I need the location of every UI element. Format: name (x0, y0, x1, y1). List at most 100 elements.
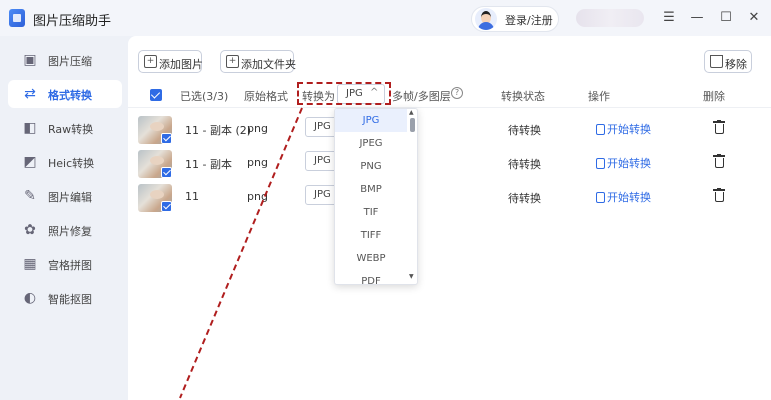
start-convert-link[interactable]: 开始转换 (596, 121, 651, 137)
dropdown-scrollbar[interactable]: ▲ ▼ (408, 109, 417, 284)
sidebar: ▣ 图片压缩 ⇄ 格式转换 ◧ Raw转换 ◩ Heic转换 ✎ 图片编辑 ✿ … (0, 36, 128, 400)
row-checkbox[interactable] (161, 133, 172, 144)
close-icon[interactable]: ✕ (745, 9, 763, 27)
sidebar-item-cutout[interactable]: ◐ 智能抠图 (8, 284, 122, 312)
format-option-webp[interactable]: WEBP (335, 247, 407, 270)
add-folder-label: 添加文件夹 (241, 58, 296, 71)
repair-icon: ✿ (24, 222, 36, 238)
edit-icon: ✎ (24, 188, 36, 204)
row-format-value: JPG (314, 121, 331, 132)
start-convert-label: 开始转换 (607, 123, 651, 136)
delete-row-icon[interactable] (713, 188, 725, 202)
sidebar-item-edit[interactable]: ✎ 图片编辑 (8, 182, 122, 210)
raw-icon: ◧ (23, 120, 37, 136)
row-status: 待转换 (508, 158, 541, 171)
header-delete: 删除 (703, 90, 725, 103)
login-label: 登录/注册 (505, 14, 553, 27)
format-option-tiff[interactable]: TIFF (335, 224, 407, 247)
sidebar-item-heic[interactable]: ◩ Heic转换 (8, 148, 122, 176)
add-image-button[interactable]: + 添加图片 (138, 50, 203, 73)
format-option-png[interactable]: PNG (335, 155, 407, 178)
sidebar-item-label: 图片编辑 (48, 191, 92, 204)
header-original-format: 原始格式 (244, 90, 288, 103)
sidebar-item-label: 智能抠图 (48, 293, 92, 306)
sidebar-item-label: 照片修复 (48, 225, 92, 238)
annotation-highlight-box (297, 82, 391, 105)
row-format-select[interactable]: JPG (305, 151, 337, 171)
row-format-value: JPG (314, 189, 331, 200)
start-convert-link[interactable]: 开始转换 (596, 155, 651, 171)
grid-icon: ▦ (23, 256, 37, 272)
add-folder-button[interactable]: + 添加文件夹 (220, 50, 296, 73)
remove-button[interactable]: 移除 (704, 50, 752, 73)
format-option-tif[interactable]: TIF (335, 201, 407, 224)
header-action: 操作 (588, 90, 610, 103)
avatar (475, 8, 497, 30)
sidebar-item-label: 图片压缩 (48, 55, 92, 68)
scroll-up-icon: ▲ (409, 109, 414, 116)
image-icon: ▣ (23, 52, 37, 68)
menu-icon[interactable]: ☰ (660, 9, 678, 27)
header-multi-frame: 多帧/多图层 (392, 90, 451, 103)
file-name: 11 - 副本 (2) (185, 124, 252, 137)
file-format: png (247, 190, 268, 203)
select-all-checkbox[interactable] (150, 89, 162, 101)
format-option-jpeg[interactable]: JPEG (335, 132, 407, 155)
maximize-icon[interactable]: ☐ (717, 9, 735, 27)
selected-count: 已选(3/3) (180, 90, 229, 103)
sidebar-item-repair[interactable]: ✿ 照片修复 (8, 216, 122, 244)
convert-icon (596, 192, 605, 203)
cutout-icon: ◐ (23, 290, 37, 306)
main-panel: + 添加图片 + 添加文件夹 移除 已选(3/3) 原始格式 转换为 多帧/多图… (128, 36, 771, 400)
row-format-select[interactable]: JPG (305, 117, 337, 137)
convert-icon (596, 158, 605, 169)
start-convert-link[interactable]: 开始转换 (596, 189, 651, 205)
format-option-bmp[interactable]: BMP (335, 178, 407, 201)
heic-icon: ◩ (23, 154, 37, 170)
user-name-blurred (576, 9, 644, 27)
sidebar-item-raw[interactable]: ◧ Raw转换 (8, 114, 122, 142)
row-status: 待转换 (508, 192, 541, 205)
row-checkbox[interactable] (161, 201, 172, 212)
start-convert-label: 开始转换 (607, 191, 651, 204)
sidebar-item-label: 宫格拼图 (48, 259, 92, 272)
app-title: 图片压缩助手 (33, 14, 112, 29)
convert-icon: ⇄ (24, 86, 36, 102)
trash-icon (710, 55, 723, 68)
file-name: 11 - 副本 (185, 158, 232, 171)
minimize-icon[interactable]: — (688, 9, 706, 27)
header-status: 转换状态 (501, 90, 545, 103)
file-format: png (247, 156, 268, 169)
file-format: png (247, 122, 268, 135)
sidebar-item-convert[interactable]: ⇄ 格式转换 (8, 80, 122, 108)
sidebar-item-label: Raw转换 (48, 123, 94, 136)
file-name: 11 (185, 190, 199, 203)
row-status: 待转换 (508, 124, 541, 137)
remove-label: 移除 (725, 58, 747, 71)
title-bar: 图片压缩助手 登录/注册 ☰ — ☐ ✕ (0, 0, 771, 36)
row-checkbox[interactable] (161, 167, 172, 178)
add-image-icon: + (144, 55, 157, 68)
table-row: 11 - 副本 png JPG 待转换 开始转换 (128, 150, 771, 184)
table-row: 11 png JPG 待转换 开始转换 (128, 184, 771, 218)
format-dropdown-menu: JPG JPEG PNG BMP TIF TIFF WEBP PDF ▲ ▼ (334, 108, 418, 285)
scroll-down-icon: ▼ (409, 273, 414, 280)
add-folder-icon: + (226, 55, 239, 68)
start-convert-label: 开始转换 (607, 157, 651, 170)
sidebar-item-label: Heic转换 (48, 157, 95, 170)
delete-row-icon[interactable] (713, 120, 725, 134)
convert-icon (596, 124, 605, 135)
format-option-pdf[interactable]: PDF (335, 270, 407, 284)
scroll-thumb[interactable] (410, 118, 415, 132)
format-option-jpg[interactable]: JPG (335, 109, 407, 132)
sidebar-item-compress[interactable]: ▣ 图片压缩 (8, 46, 122, 74)
login-button[interactable]: 登录/注册 (471, 6, 559, 32)
delete-row-icon[interactable] (713, 154, 725, 168)
sidebar-item-label: 格式转换 (48, 89, 92, 102)
table-header: 已选(3/3) 原始格式 转换为 多帧/多图层 转换状态 操作 删除 (128, 82, 771, 108)
help-icon[interactable]: ? (451, 87, 463, 99)
add-image-label: 添加图片 (159, 58, 203, 71)
sidebar-item-grid[interactable]: ▦ 宫格拼图 (8, 250, 122, 278)
row-format-value: JPG (314, 155, 331, 166)
row-format-select[interactable]: JPG (305, 185, 337, 205)
